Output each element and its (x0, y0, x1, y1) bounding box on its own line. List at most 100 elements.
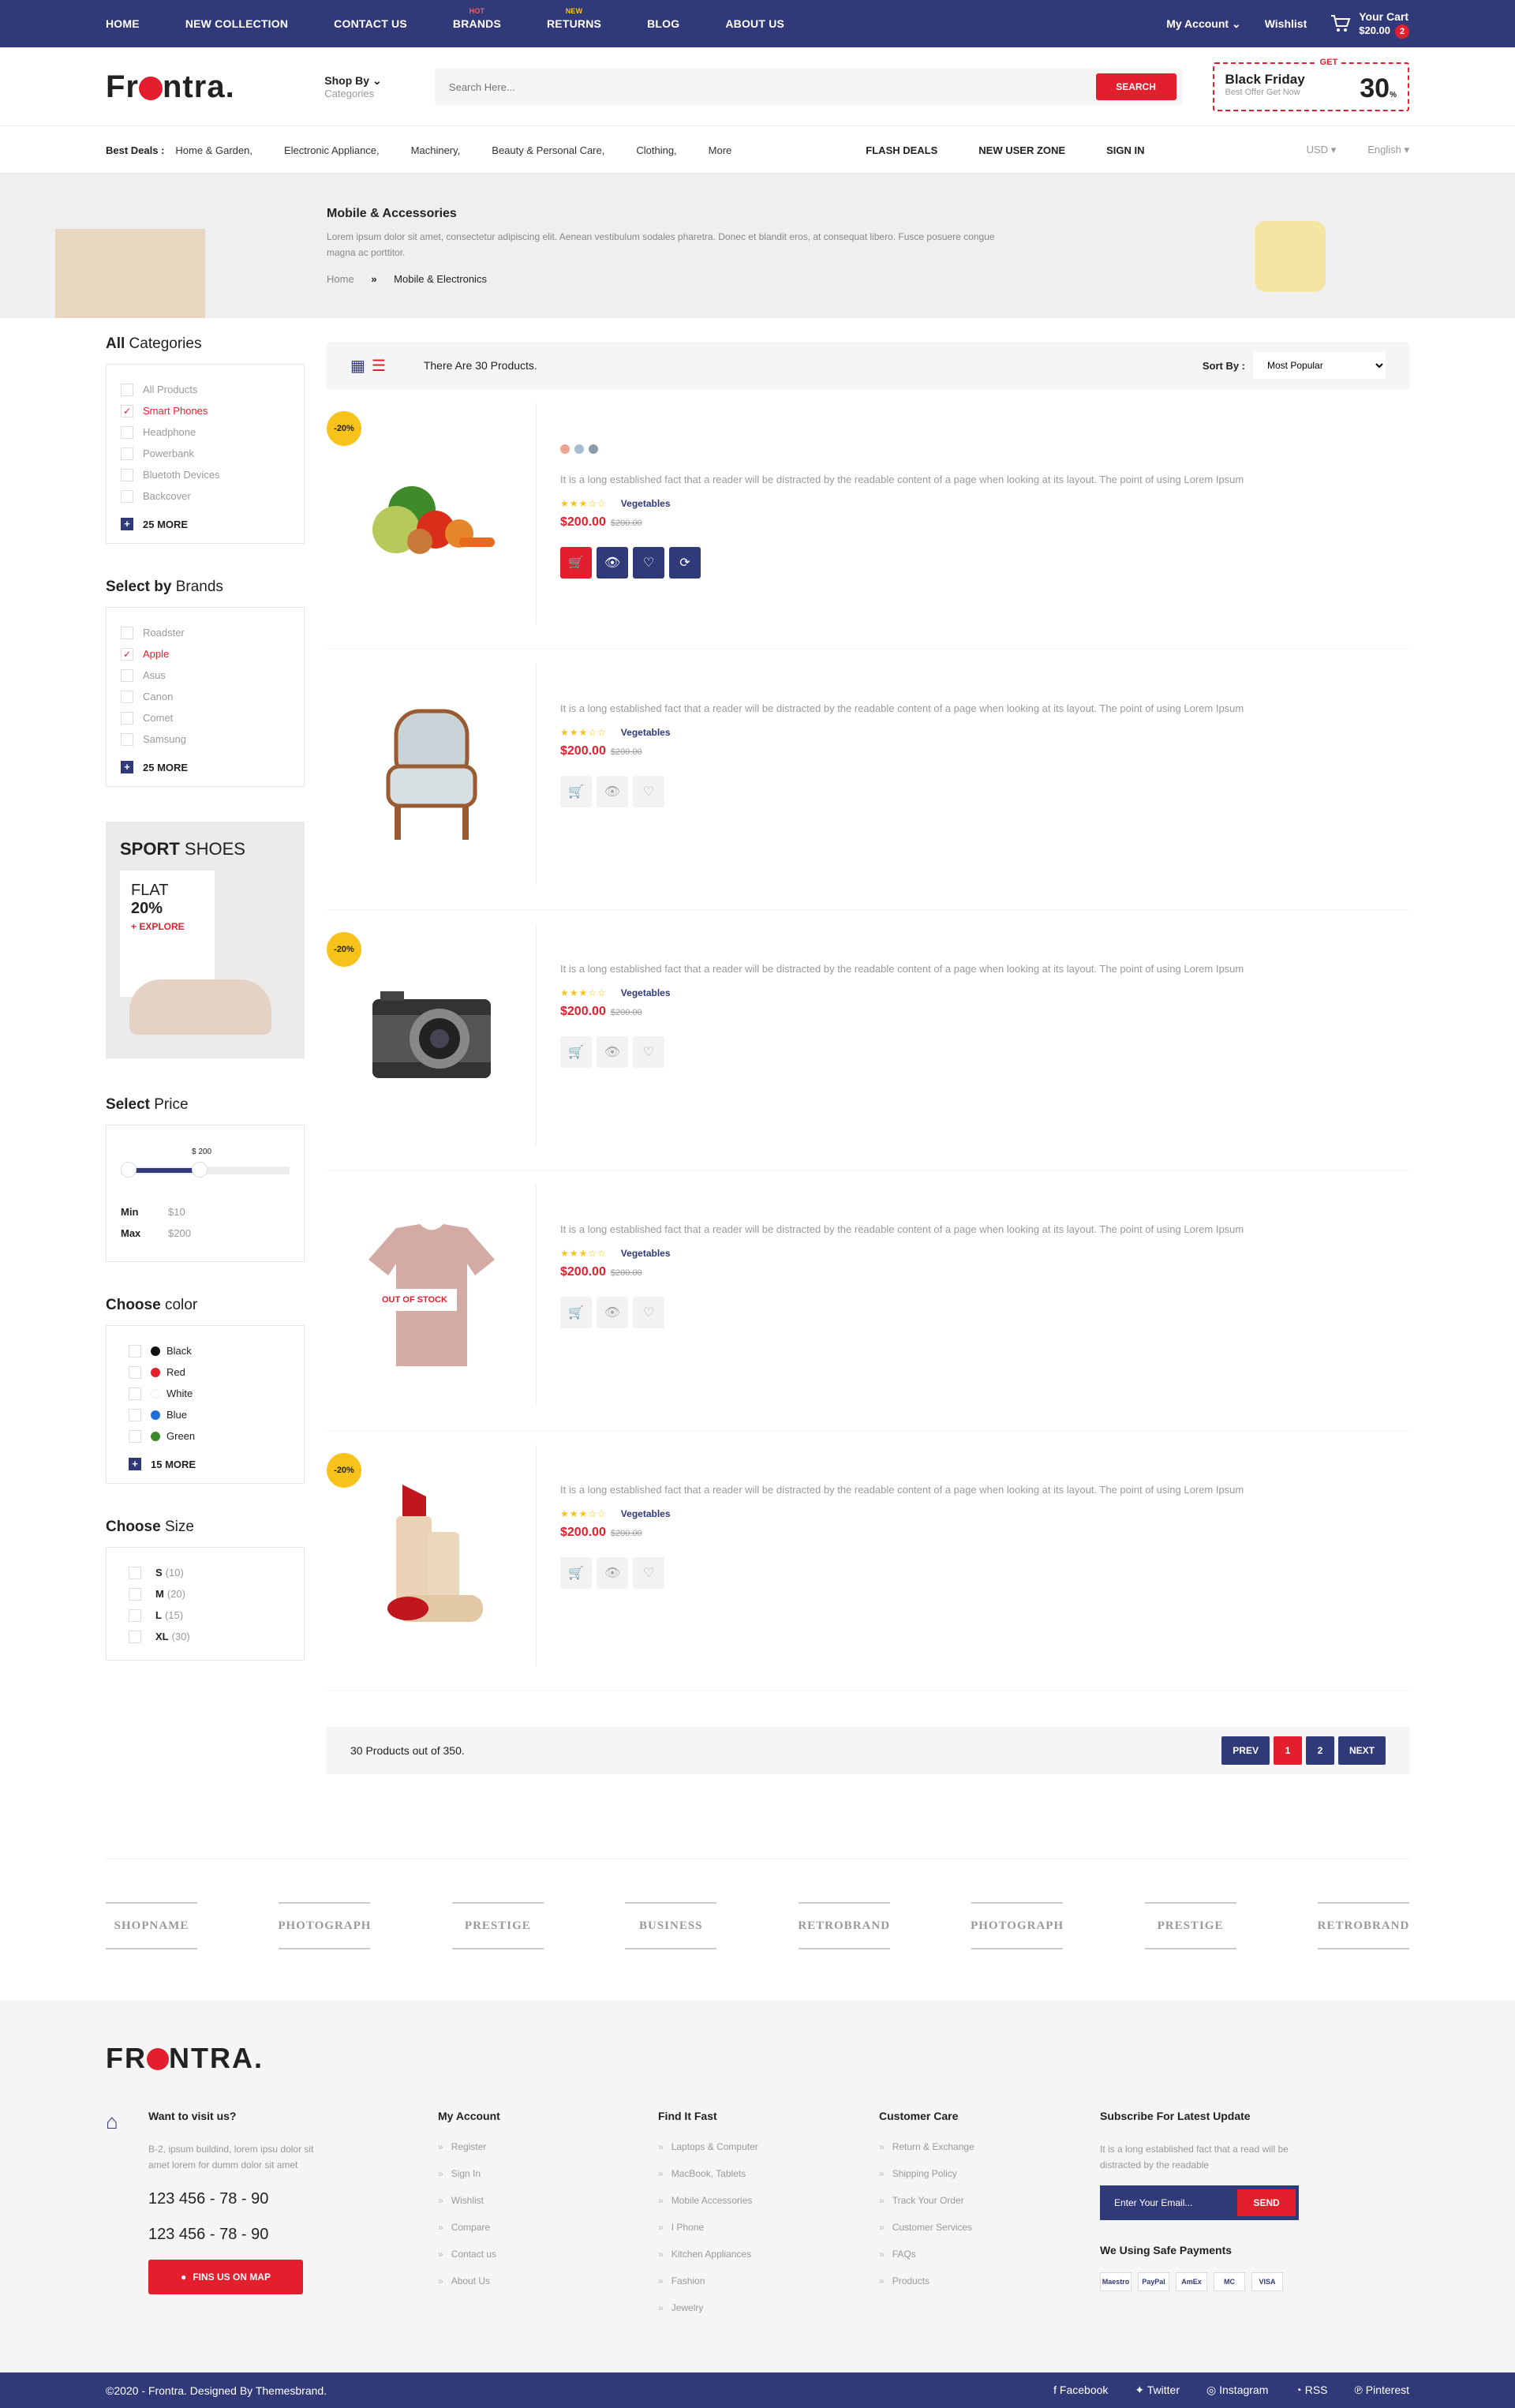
wishlist-heart-icon[interactable]: ♡ (633, 1036, 664, 1068)
prev-page-button[interactable]: PREV (1221, 1736, 1270, 1765)
range-handle-min[interactable] (121, 1162, 137, 1178)
brand-logo[interactable]: PRESTIGE (451, 1902, 544, 1949)
brand-checkbox[interactable]: Canon (121, 686, 290, 707)
nav-home[interactable]: HOME (106, 17, 140, 30)
brand-logo[interactable]: RETROBRAND (1318, 1902, 1409, 1949)
wishlist-heart-icon[interactable]: ♡ (633, 547, 664, 579)
find-us-on-map-button[interactable]: ● FINS US ON MAP (148, 2260, 303, 2294)
flash-deals-link[interactable]: FLASH DEALS (866, 144, 937, 156)
footer-link[interactable]: Jewelry (658, 2302, 758, 2329)
color-option[interactable]: Red (129, 1361, 290, 1383)
add-to-cart-icon[interactable]: 🛒 (560, 1557, 592, 1589)
sport-shoes-ad[interactable]: SPORT SHOES FLAT 20% + EXPLORE (106, 822, 305, 1058)
nav-blog[interactable]: BLOG (647, 17, 679, 30)
categories-more-button[interactable]: +25 MORE (121, 518, 290, 530)
compare-icon[interactable]: ⟳ (669, 547, 701, 579)
footer-link[interactable]: Products (879, 2275, 974, 2302)
color-option[interactable]: Blue (129, 1404, 290, 1425)
footer-link[interactable]: Kitchen Appliances (658, 2249, 758, 2275)
shop-by-categories-dropdown[interactable]: Shop By ⌄ Categories (324, 74, 435, 99)
language-dropdown[interactable]: English ▾ (1367, 144, 1409, 156)
new-user-zone-link[interactable]: NEW USER ZONE (978, 144, 1065, 156)
brand-logo[interactable]: BUSINESS (625, 1902, 717, 1949)
quick-view-icon[interactable]: 👁 (597, 1297, 628, 1328)
category-checkbox[interactable]: Headphone (121, 421, 290, 443)
wishlist-link[interactable]: Wishlist (1265, 17, 1307, 30)
email-field[interactable]: Enter Your Email... (1114, 2197, 1237, 2208)
brand-checkbox[interactable]: Roadster (121, 622, 290, 643)
currency-dropdown[interactable]: USD ▾ (1307, 144, 1337, 156)
wishlist-heart-icon[interactable]: ♡ (633, 776, 664, 807)
footer-link[interactable]: Sign In (438, 2168, 500, 2195)
send-button[interactable]: SEND (1237, 2189, 1296, 2216)
quick-view-icon[interactable]: 👁 (597, 1036, 628, 1068)
footer-link[interactable]: Contact us (438, 2249, 500, 2275)
deal-category-electronic[interactable]: Electronic Appliance, (284, 144, 380, 156)
footer-link[interactable]: FAQs (879, 2249, 974, 2275)
color-option[interactable]: White (129, 1383, 290, 1404)
add-to-cart-icon[interactable]: 🛒 (560, 547, 592, 579)
grid-view-icon[interactable]: ▦ (350, 358, 372, 375)
footer-link[interactable]: About Us (438, 2275, 500, 2302)
twitter-link[interactable]: ✦ Twitter (1135, 2384, 1180, 2397)
instagram-link[interactable]: ◎ Instagram (1206, 2384, 1268, 2397)
quick-view-icon[interactable]: 👁 (597, 1557, 628, 1589)
deal-category-beauty[interactable]: Beauty & Personal Care, (492, 144, 604, 156)
site-logo[interactable]: Fr ntra. (106, 69, 324, 105)
rss-link[interactable]: ◔ RSS (1295, 2384, 1327, 2397)
brand-logo[interactable]: RETROBRAND (798, 1902, 890, 1949)
size-option[interactable]: L (15) (129, 1605, 290, 1626)
add-to-cart-icon[interactable]: 🛒 (560, 1036, 592, 1068)
category-checkbox[interactable]: Powerbank (121, 443, 290, 464)
footer-link[interactable]: Fashion (658, 2275, 758, 2302)
deal-category-more[interactable]: More (709, 144, 732, 156)
footer-link[interactable]: Laptops & Computer (658, 2141, 758, 2168)
price-range-slider[interactable]: $ 200 (121, 1148, 290, 1178)
brand-logo[interactable]: PHOTOGRAPH (278, 1902, 370, 1949)
ad-explore-link[interactable]: + EXPLORE (131, 921, 204, 932)
sign-in-link[interactable]: SIGN IN (1106, 144, 1144, 156)
page-2-button[interactable]: 2 (1305, 1736, 1334, 1765)
swatch[interactable] (560, 444, 570, 454)
brand-checkbox[interactable]: Asus (121, 665, 290, 686)
footer-logo[interactable]: FR NTRA. (106, 2042, 264, 2075)
quick-view-icon[interactable]: 👁 (597, 776, 628, 807)
search-input[interactable] (448, 81, 1096, 93)
brands-more-button[interactable]: +25 MORE (121, 761, 290, 773)
breadcrumb-home[interactable]: Home (327, 273, 354, 285)
next-page-button[interactable]: NEXT (1337, 1736, 1386, 1765)
swatch[interactable] (589, 444, 598, 454)
nav-contact-us[interactable]: CONTACT US (334, 17, 407, 30)
add-to-cart-icon[interactable]: 🛒 (560, 776, 592, 807)
brand-checkbox[interactable]: ✓ Apple (121, 643, 290, 665)
brand-logo[interactable]: SHOPNAME (106, 1902, 197, 1949)
category-checkbox[interactable]: Bluetoth Devices (121, 464, 290, 485)
footer-link[interactable]: Wishlist (438, 2195, 500, 2222)
color-option[interactable]: Black (129, 1340, 290, 1361)
size-option[interactable]: XL (30) (129, 1626, 290, 1647)
wishlist-heart-icon[interactable]: ♡ (633, 1297, 664, 1328)
deal-category-machinery[interactable]: Machinery, (411, 144, 461, 156)
cart-button[interactable]: Your Cart $20.00 2 (1330, 9, 1409, 39)
my-account-dropdown[interactable]: My Account ⌄ (1166, 17, 1240, 31)
footer-link[interactable]: Register (438, 2141, 500, 2168)
swatch[interactable] (574, 444, 584, 454)
black-friday-promo[interactable]: GET Black Friday Best Offer Get Now 30% (1212, 58, 1409, 111)
footer-link[interactable]: Mobile Accessories (658, 2195, 758, 2222)
nav-new-collection[interactable]: NEW COLLECTION (185, 17, 288, 30)
add-to-cart-icon[interactable]: 🛒 (560, 1297, 592, 1328)
product-category[interactable]: Vegetables (621, 1508, 671, 1519)
category-checkbox[interactable]: All Products (121, 379, 290, 400)
footer-link[interactable]: Customer Services (879, 2222, 974, 2249)
footer-link[interactable]: Shipping Policy (879, 2168, 974, 2195)
footer-link[interactable]: Compare (438, 2222, 500, 2249)
range-handle-max[interactable] (192, 1162, 208, 1178)
deal-category-clothing[interactable]: Clothing, (636, 144, 676, 156)
product-category[interactable]: Vegetables (621, 498, 671, 509)
sort-select[interactable]: Most Popular (1253, 352, 1386, 379)
facebook-link[interactable]: f Facebook (1053, 2384, 1108, 2397)
category-checkbox[interactable]: ✓ Smart Phones (121, 400, 290, 421)
deal-category-home-garden[interactable]: Home & Garden, (175, 144, 252, 156)
color-option[interactable]: Green (129, 1425, 290, 1447)
size-option[interactable]: S (10) (129, 1562, 290, 1583)
